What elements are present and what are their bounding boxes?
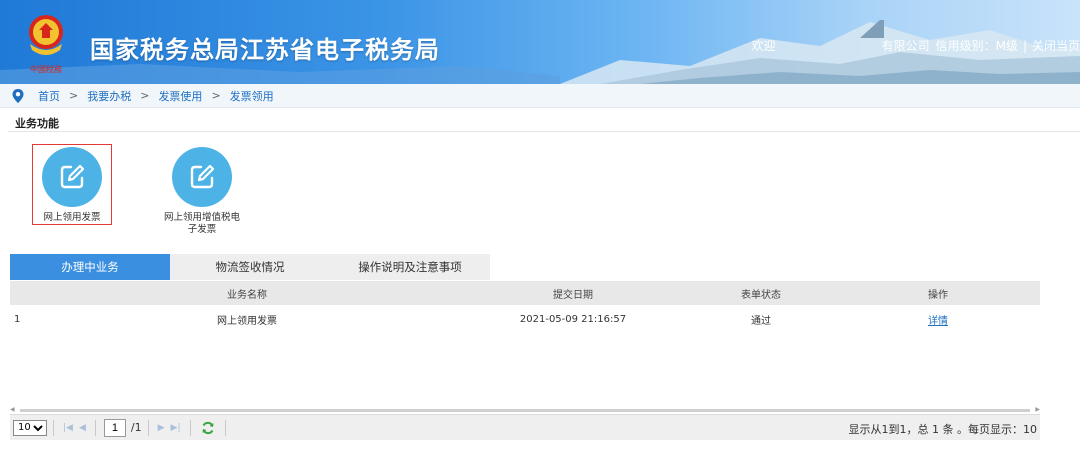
pagination-bar: 10 |◀ ◀ /1 ▶ ▶| 显示从1到1，总 1 条 。每页显示：10 <box>10 414 1040 440</box>
business-tabs: 办理中业务 物流签收情况 操作说明及注意事项 <box>10 254 490 280</box>
emblem-text: 中國稅務 <box>30 64 62 74</box>
scroll-left-icon[interactable]: ◀ <box>10 407 15 413</box>
close-page-link[interactable]: 关闭当页 <box>1032 37 1080 54</box>
breadcrumb-arrow: > <box>69 89 79 102</box>
credit-level: 信用级别：M级 <box>935 39 1018 53</box>
pager-divider <box>147 419 149 436</box>
column-header-date: 提交日期 <box>553 289 593 301</box>
company-suffix: 有限公司 <box>881 39 930 53</box>
breadcrumb-home[interactable]: 首页 <box>38 88 60 104</box>
tile-online-vat-e-invoice[interactable]: 网上领用增值税电子发票 <box>152 144 252 239</box>
last-page-icon[interactable]: ▶| <box>171 423 181 433</box>
refresh-icon[interactable] <box>201 421 215 435</box>
page-size-select[interactable]: 10 <box>13 419 47 436</box>
pager-divider <box>53 419 54 436</box>
tab-logistics-receipt[interactable]: 物流签收情况 <box>170 254 330 280</box>
edit-icon <box>60 164 85 189</box>
tile-icon-circle <box>42 147 102 207</box>
tile-label: 网上领用发票 <box>43 212 101 223</box>
table-header: 业务名称 提交日期 表单状态 操作 <box>10 281 1040 305</box>
breadcrumb-invoice-collect[interactable]: 发票领用 <box>230 88 274 104</box>
site-header: 中國稅務 国家税务总局江苏省电子税务局 欢迎 有限公司 信用级别：M级 | 关闭… <box>0 0 1080 84</box>
prev-page-icon[interactable]: ◀ <box>79 423 86 433</box>
breadcrumb-invoice-use[interactable]: 发票使用 <box>158 88 202 104</box>
page-total: /1 <box>130 421 142 434</box>
horizontal-scrollbar[interactable]: ◀ ▶ <box>10 407 1040 413</box>
breadcrumb-arrow: > <box>140 89 150 102</box>
scroll-right-icon[interactable]: ▶ <box>1035 407 1040 413</box>
tile-online-invoice-collect[interactable]: 网上领用发票 <box>32 144 112 225</box>
next-page-icon[interactable]: ▶ <box>158 423 165 433</box>
breadcrumb-arrow: > <box>211 89 221 102</box>
redacted-username <box>780 39 878 53</box>
row-name: 网上领用发票 <box>217 315 277 327</box>
table-row[interactable]: 1 网上领用发票 2021-05-09 21:16:57 通过 详情 <box>10 305 1040 333</box>
row-status: 通过 <box>751 315 771 327</box>
user-info-bar: 欢迎 有限公司 信用级别：M级 | 关闭当页 <box>752 37 1080 54</box>
tax-emblem-logo: 中國稅務 <box>29 15 63 74</box>
column-header-status: 表单状态 <box>741 289 781 301</box>
tile-label: 网上领用增值税电子发票 <box>163 212 240 235</box>
first-page-icon[interactable]: |◀ <box>63 423 73 433</box>
pager-divider <box>94 419 96 436</box>
edit-icon <box>190 164 215 189</box>
page-number-input[interactable] <box>103 418 126 437</box>
section-divider <box>8 131 1080 132</box>
section-title: 业务功能 <box>15 117 59 130</box>
pager-divider <box>224 419 226 436</box>
breadcrumb-tax-services[interactable]: 我要办税 <box>87 88 131 104</box>
business-table: 业务名称 提交日期 表单状态 操作 1 网上领用发票 2021-05-09 21… <box>10 281 1040 333</box>
welcome-prefix: 欢迎 <box>751 39 776 53</box>
header-separator: | <box>1022 38 1027 53</box>
pager-divider <box>189 419 191 436</box>
row-date: 2021-05-09 21:16:57 <box>519 313 627 325</box>
location-pin-icon <box>12 88 24 103</box>
tile-icon-circle <box>172 147 232 207</box>
breadcrumb: 首页 > 我要办税 > 发票使用 > 发票领用 <box>0 84 1080 108</box>
row-index: 1 <box>14 313 21 325</box>
tab-instructions[interactable]: 操作说明及注意事项 <box>330 254 490 280</box>
column-header-action: 操作 <box>928 289 948 301</box>
column-header-name: 业务名称 <box>227 289 267 301</box>
pager-info: 显示从1到1，总 1 条 。每页显示：10 <box>848 423 1037 436</box>
scroll-track[interactable] <box>20 409 1030 412</box>
tab-in-progress[interactable]: 办理中业务 <box>10 254 170 280</box>
site-title: 国家税务总局江苏省电子税务局 <box>90 36 440 64</box>
detail-link[interactable]: 详情 <box>928 316 948 327</box>
